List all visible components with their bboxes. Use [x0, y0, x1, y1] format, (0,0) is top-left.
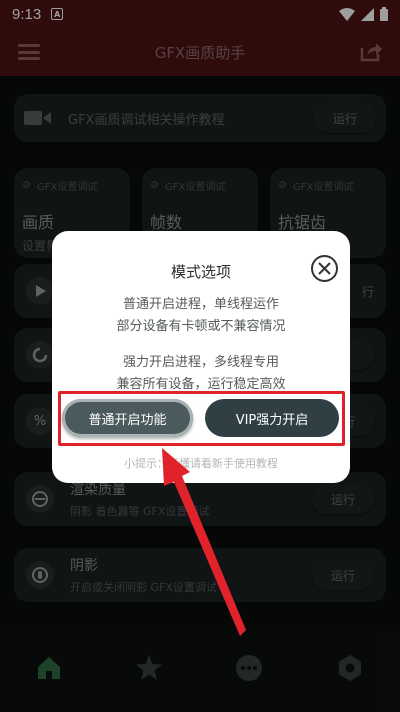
dialog-line: 部分设备有卡顿或不兼容情况	[116, 319, 286, 334]
dialog-title: 模式选项	[170, 263, 231, 281]
dialog-line: 强力开启进程，多线程专用	[122, 355, 279, 370]
vip-start-button[interactable]: VIP强力开启	[205, 399, 339, 437]
normal-start-button[interactable]: 普通开启功能	[62, 399, 193, 437]
dialog-line: 普通开启进程，单线程运作	[122, 297, 279, 312]
close-icon[interactable]	[311, 255, 338, 282]
mode-dialog: 模式选项 普通开启进程，单线程运作 部分设备有卡顿或不兼容情况 强力开启进程，多…	[52, 231, 350, 483]
dialog-tip[interactable]: 小提示：不懂请看新手使用教程	[52, 455, 350, 471]
dialog-line: 兼容所有设备，运行稳定高效	[116, 377, 286, 392]
